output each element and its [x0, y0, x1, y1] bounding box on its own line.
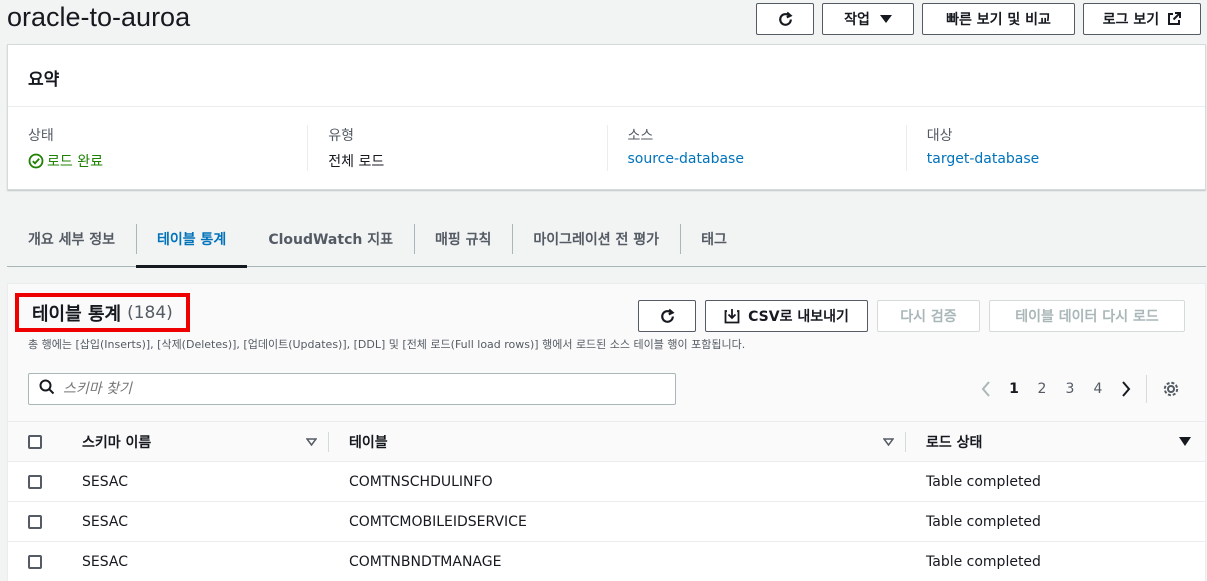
- table-row: SESAC COMTCMOBILEIDSERVICE Table complet…: [8, 502, 1205, 542]
- column-header-table[interactable]: 테이블: [329, 422, 906, 461]
- sort-caret-icon: [306, 437, 317, 446]
- sort-caret-filled-icon: [1179, 437, 1191, 446]
- tab-cloudwatch-metrics[interactable]: CloudWatch 지표: [247, 212, 414, 267]
- external-link-icon: [1167, 12, 1182, 26]
- tab-table-statistics[interactable]: 테이블 통계: [136, 212, 248, 268]
- next-page-button[interactable]: [1112, 381, 1140, 397]
- page-2[interactable]: 2: [1028, 381, 1056, 397]
- summary-status: 상태 로드 완료: [8, 125, 307, 171]
- page-3[interactable]: 3: [1056, 381, 1084, 397]
- settings-button[interactable]: [1157, 380, 1185, 398]
- view-logs-button[interactable]: 로그 보기: [1083, 3, 1201, 35]
- column-header-schema[interactable]: 스키마 이름: [62, 422, 329, 461]
- pager-divider: [1146, 375, 1147, 403]
- select-all-checkbox[interactable]: [28, 434, 42, 449]
- page-title: oracle-to-auroa: [7, 2, 191, 32]
- row-checkbox[interactable]: [28, 474, 42, 489]
- column-table-label: 테이블: [349, 434, 388, 451]
- header-actions: 작업 빠른 보기 및 비교 로그 보기: [756, 3, 1201, 35]
- actions-dropdown-button[interactable]: 작업: [822, 3, 914, 35]
- actions-label: 작업: [844, 12, 870, 28]
- page-1[interactable]: 1: [1000, 381, 1028, 397]
- schema-search-input[interactable]: [63, 381, 643, 397]
- search-icon: [39, 379, 55, 399]
- cell-schema: SESAC: [82, 473, 128, 490]
- table-row: SESAC COMTNSCHDULINFO Table completed: [8, 462, 1205, 502]
- tab-tags[interactable]: 태그: [680, 212, 748, 267]
- summary-source: 소스 source-database: [606, 125, 906, 171]
- prev-page-button[interactable]: [972, 381, 1000, 397]
- table-statistics-panel: 테이블 통계 (184) 총 행에는 [삽입(Inserts)], [삭제(De…: [7, 283, 1206, 581]
- refresh-icon: [659, 308, 676, 325]
- sort-caret-icon: [883, 437, 894, 446]
- table-header: 스키마 이름 테이블 로드 상태: [8, 422, 1205, 462]
- highlight-box: 테이블 통계 (184): [15, 293, 190, 332]
- column-header-load-status[interactable]: 로드 상태: [906, 422, 1205, 461]
- cell-load-status: Table completed: [926, 513, 1041, 530]
- cell-table: COMTNSCHDULINFO: [349, 473, 493, 490]
- column-load-status-label: 로드 상태: [926, 434, 983, 451]
- cell-table: COMTCMOBILEIDSERVICE: [349, 513, 527, 530]
- caret-down-icon: [879, 15, 892, 23]
- cell-load-status: Table completed: [926, 473, 1041, 490]
- page-4[interactable]: 4: [1084, 381, 1112, 397]
- row-checkbox[interactable]: [28, 514, 42, 529]
- panel-title: 테이블 통계: [32, 303, 122, 325]
- panel-refresh-button[interactable]: [638, 300, 696, 332]
- cell-schema: SESAC: [82, 513, 128, 530]
- panel-actions: CSV로 내보내기 다시 검증 테이블 데이터 다시 로드: [638, 300, 1185, 332]
- status-value: 로드 완료: [28, 151, 287, 171]
- refresh-button[interactable]: [756, 3, 814, 35]
- summary-type: 유형 전체 로드: [307, 125, 606, 171]
- status-text: 로드 완료: [47, 154, 103, 170]
- gear-icon: [1163, 381, 1179, 397]
- panel-description: 총 행에는 [삽입(Inserts)], [삭제(Deletes)], [업데이…: [28, 338, 746, 351]
- export-csv-label: CSV로 내보내기: [748, 309, 849, 325]
- tab-premigration-assessment[interactable]: 마이그레이션 전 평가: [512, 212, 680, 267]
- table-count: (184): [127, 302, 173, 323]
- status-label: 상태: [28, 128, 54, 144]
- panel-header: 테이블 통계 (184) 총 행에는 [삽입(Inserts)], [삭제(De…: [8, 284, 1205, 422]
- view-logs-label: 로그 보기: [1102, 12, 1160, 28]
- source-endpoint-link[interactable]: source-database: [628, 151, 744, 167]
- source-label: 소스: [627, 128, 654, 144]
- check-circle-icon: [28, 153, 44, 169]
- cell-load-status: Table completed: [926, 553, 1041, 570]
- row-checkbox[interactable]: [28, 554, 42, 569]
- tab-bar: 개요 세부 정보 테이블 통계 CloudWatch 지표 매핑 규칙 마이그레…: [7, 212, 1206, 268]
- summary-container: 요약 상태 로드 완료 유형 전체 로드 소스 source-database …: [7, 44, 1206, 190]
- tab-overview-details[interactable]: 개요 세부 정보: [7, 212, 136, 267]
- refresh-icon: [777, 11, 794, 28]
- export-csv-button[interactable]: CSV로 내보내기: [705, 300, 868, 332]
- reload-table-data-button[interactable]: 테이블 데이터 다시 로드: [989, 300, 1185, 332]
- type-label: 유형: [328, 128, 355, 144]
- chevron-left-icon: [981, 381, 990, 397]
- summary-target: 대상 target-database: [905, 125, 1205, 171]
- schema-search: [28, 373, 676, 405]
- chevron-right-icon: [1122, 381, 1131, 397]
- cell-table: COMTNBNDTMANAGE: [349, 553, 502, 570]
- cell-schema: SESAC: [82, 553, 128, 570]
- select-all-cell: [8, 422, 62, 461]
- table-row: SESAC COMTNBNDTMANAGE Table completed: [8, 542, 1205, 581]
- type-value: 전체 로드: [328, 154, 385, 170]
- revalidate-button[interactable]: 다시 검증: [877, 300, 980, 332]
- tab-mapping-rules[interactable]: 매핑 규칙: [413, 212, 512, 267]
- pagination: 1 2 3 4: [972, 375, 1185, 403]
- download-icon: [724, 308, 740, 324]
- target-label: 대상: [926, 128, 953, 144]
- target-endpoint-link[interactable]: target-database: [927, 151, 1040, 167]
- quick-view-compare-button[interactable]: 빠른 보기 및 비교: [922, 3, 1075, 35]
- summary-title: 요약: [8, 45, 1205, 107]
- column-schema-label: 스키마 이름: [82, 434, 152, 451]
